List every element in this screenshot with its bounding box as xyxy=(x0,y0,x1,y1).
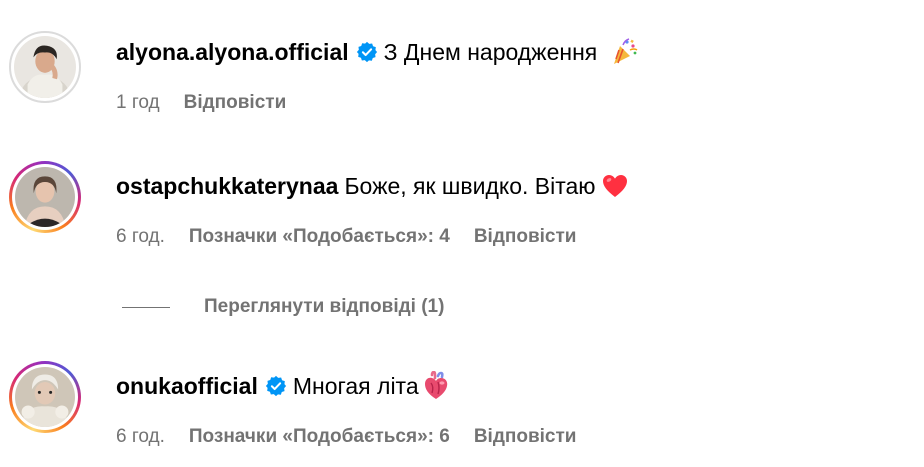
avatar-photo xyxy=(14,36,76,98)
username-link[interactable]: ostapchukkaterynaa xyxy=(116,171,338,201)
anatomical-heart-icon xyxy=(424,371,447,399)
comment-time: 6 год. xyxy=(116,426,165,447)
avatar[interactable] xyxy=(9,361,81,433)
comment-meta: 6 год. Позначки «Подобається»: 6 Відпові… xyxy=(116,425,576,449)
view-replies-label: Переглянути відповіді (1) xyxy=(204,296,445,317)
likes-count-link[interactable]: Позначки «Подобається»: 6 xyxy=(189,425,450,449)
likes-count-link[interactable]: Позначки «Подобається»: 4 xyxy=(189,225,450,249)
avatar-photo xyxy=(15,167,75,227)
comment-meta: 6 год. Позначки «Подобається»: 4 Відпові… xyxy=(116,225,576,249)
verified-badge-icon xyxy=(356,41,377,63)
reply-button[interactable]: Відповісти xyxy=(184,91,287,115)
comment-time: 1 год xyxy=(116,92,160,113)
comment-text: З Днем народження xyxy=(383,39,598,65)
comment-text: Боже, як швидко. Вітаю xyxy=(344,173,596,199)
red-heart-icon xyxy=(602,175,627,197)
username-link[interactable]: onukaofficial xyxy=(116,371,258,401)
avatar-photo xyxy=(15,367,75,427)
comment-line: ostapchukkaterynaa Боже, як швидко. Віта… xyxy=(116,171,629,201)
comment-time: 6 год. xyxy=(116,226,165,247)
party-popper-icon xyxy=(614,38,638,64)
reply-button[interactable]: Відповісти xyxy=(474,425,577,449)
verified-badge-icon xyxy=(265,375,286,397)
comment-meta: 1 год Відповісти xyxy=(116,91,286,115)
avatar[interactable] xyxy=(9,31,81,103)
avatar[interactable] xyxy=(9,161,81,233)
comment-text: Многая літа xyxy=(292,373,419,399)
reply-button[interactable]: Відповісти xyxy=(474,225,577,249)
view-replies-button[interactable]: Переглянути відповіді (1) xyxy=(122,296,444,318)
comment-line: onukaofficial Многая літа xyxy=(116,371,450,401)
comment-line: alyona.alyona.official З Днем народження xyxy=(116,37,639,67)
divider-line xyxy=(122,306,170,308)
username-link[interactable]: alyona.alyona.official xyxy=(116,37,349,67)
